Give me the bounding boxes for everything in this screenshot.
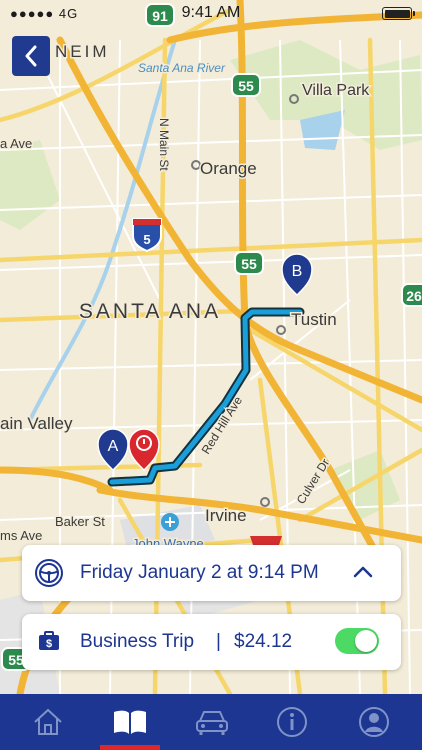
map-label-ms-ave: ms Ave: [0, 528, 42, 543]
battery-icon: [382, 7, 415, 20]
back-button[interactable]: [12, 36, 50, 76]
business-trip-toggle[interactable]: [335, 628, 379, 654]
highway-261-shield: 26: [401, 283, 422, 307]
tab-log[interactable]: [88, 694, 172, 750]
status-bar: ●●●●● 4G 9:41 AM: [0, 0, 422, 28]
map-label-n-main-st: N Main St: [157, 118, 171, 171]
trip-date-label: Friday January 2 at 9:14 PM: [80, 562, 319, 583]
trip-category-label: Business Trip: [80, 631, 195, 652]
tab-bar: [0, 694, 422, 750]
trip-date-card[interactable]: Friday January 2 at 9:14 PM: [22, 545, 401, 601]
map-label-anaheim: NEIM: [55, 42, 110, 61]
map-label-fountain-valley: ain Valley: [0, 414, 73, 433]
separator-text: |: [216, 631, 221, 652]
map-label-orange: Orange: [200, 159, 257, 178]
map-label-ana-ave: a Ave: [0, 136, 32, 151]
toggle-knob: [355, 630, 377, 652]
briefcase-icon: $: [39, 631, 59, 650]
svg-text:A: A: [108, 438, 119, 455]
chevron-left-icon: [25, 45, 37, 67]
highway-55-shield-mid: 55: [234, 251, 264, 275]
trip-amount: $24.12: [234, 631, 293, 652]
map-label-santa-ana: SANTA ANA: [79, 300, 221, 323]
steering-wheel-icon: [35, 559, 63, 587]
map-label-baker-st: Baker St: [55, 514, 105, 529]
svg-text:55: 55: [238, 78, 254, 94]
status-time: 9:41 AM: [181, 4, 241, 21]
chevron-up-icon[interactable]: [353, 565, 373, 579]
book-icon: [114, 710, 146, 734]
tab-info[interactable]: [250, 694, 334, 750]
svg-text:26: 26: [406, 288, 422, 304]
map-label-tustin: Tustin: [291, 310, 337, 329]
map-label-irvine: Irvine: [205, 506, 247, 525]
highway-55-shield-north: 55: [231, 73, 261, 97]
svg-text:B: B: [292, 263, 303, 280]
svg-text:55: 55: [241, 256, 257, 272]
profile-icon: [359, 707, 389, 737]
car-icon: [196, 711, 228, 735]
map-label-villa-park: Villa Park: [302, 82, 370, 99]
home-icon: [34, 708, 62, 735]
active-tab-indicator: [100, 745, 160, 750]
svg-text:$: $: [46, 638, 52, 650]
interstate-5-shield: 5: [132, 218, 162, 253]
trip-category-card: $ Business Trip | $24.12: [22, 614, 401, 670]
svg-text:5: 5: [143, 232, 150, 247]
tab-profile[interactable]: [332, 694, 416, 750]
tab-vehicles[interactable]: [170, 694, 254, 750]
info-icon: [277, 707, 307, 737]
map-label-santa-ana-river: Santa Ana River: [138, 61, 226, 75]
tab-home[interactable]: [6, 694, 90, 750]
